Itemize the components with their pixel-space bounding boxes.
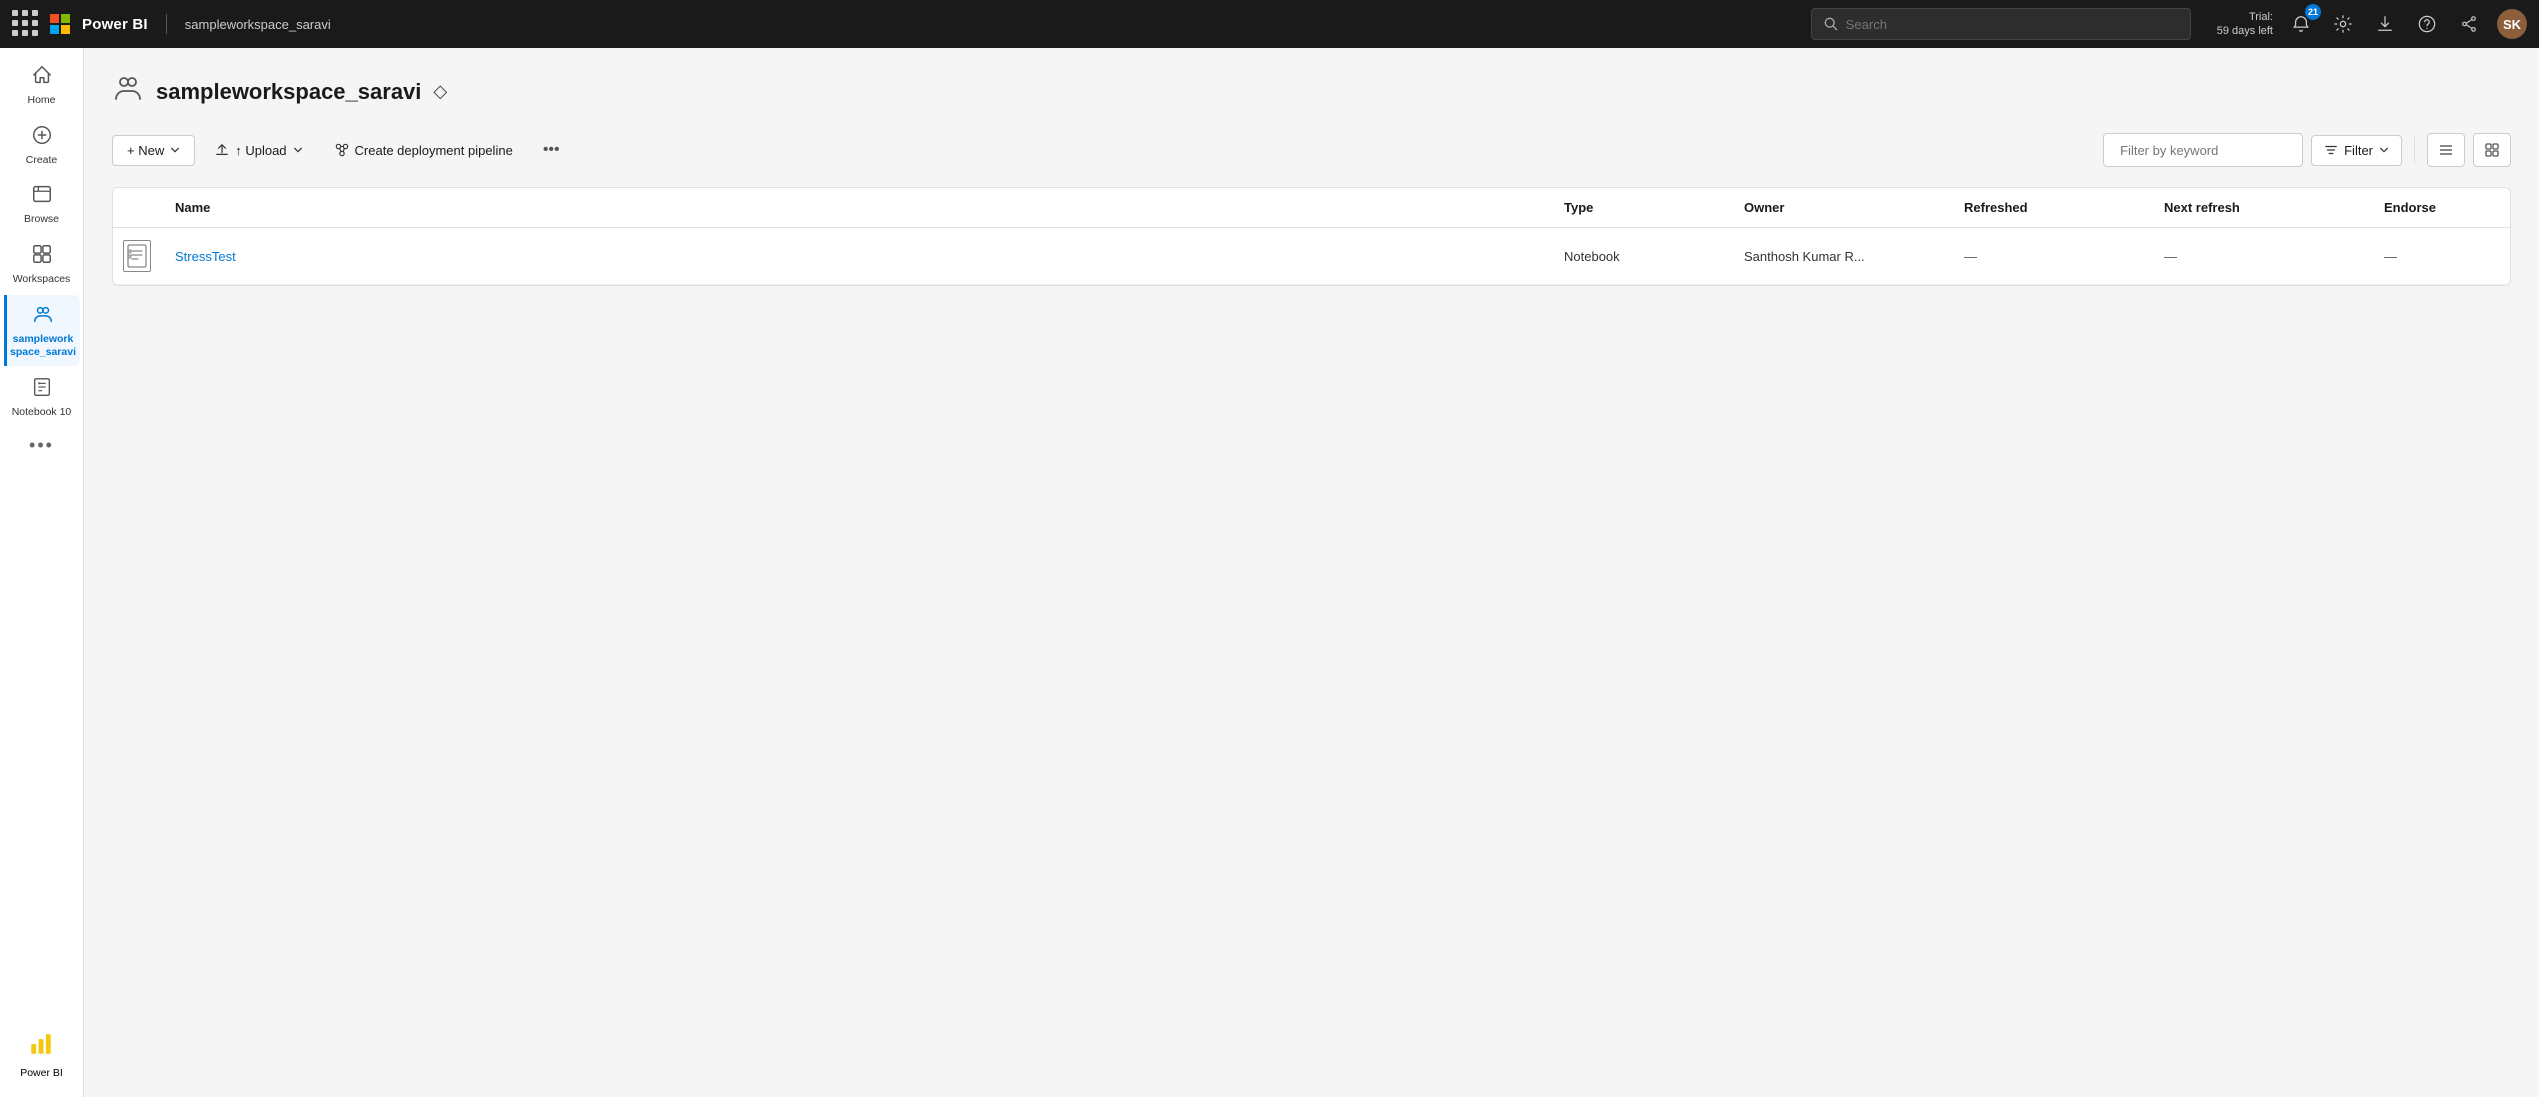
- filter-search-bar[interactable]: [2103, 133, 2303, 167]
- global-search-bar[interactable]: [1811, 8, 2191, 40]
- col-owner[interactable]: Owner: [1730, 188, 1950, 227]
- row-refreshed: —: [1950, 237, 2150, 276]
- trial-info: Trial: 59 days left: [2217, 10, 2273, 39]
- search-icon: [1824, 17, 1838, 31]
- sidebar-item-browse[interactable]: Browse: [4, 175, 80, 233]
- list-view-button[interactable]: [2427, 133, 2465, 167]
- sidebar: Home Create Browse: [0, 48, 84, 1097]
- sidebar-item-sampleworkspace[interactable]: samplework space_saravi: [4, 295, 80, 366]
- upload-chevron-icon: [293, 145, 303, 155]
- pipeline-icon: [335, 143, 349, 157]
- row-icon: [113, 228, 161, 284]
- sampleworkspace-icon: [32, 303, 54, 329]
- powerbi-icon: [28, 1031, 54, 1063]
- item-name-link[interactable]: StressTest: [175, 249, 236, 264]
- download-button[interactable]: [2371, 10, 2399, 38]
- notification-badge: 21: [2305, 4, 2321, 20]
- content-area: sampleworkspace_saravi ◇ + New ↑ Upload: [84, 48, 2539, 1097]
- settings-button[interactable]: [2329, 10, 2357, 38]
- sidebar-more-button[interactable]: •••: [29, 427, 54, 464]
- row-name: StressTest: [161, 237, 1550, 276]
- upload-button[interactable]: ↑ Upload: [203, 136, 314, 165]
- diamond-icon[interactable]: ◇: [433, 81, 447, 102]
- notebook-file-icon: [123, 240, 151, 272]
- sidebar-item-workspaces-label: Workspaces: [13, 273, 71, 287]
- powerbi-logo-label: Power BI: [20, 1067, 63, 1081]
- sidebar-item-create[interactable]: Create: [4, 116, 80, 174]
- browse-icon: [31, 183, 53, 209]
- more-options-button[interactable]: •••: [533, 134, 570, 166]
- col-icon: [113, 188, 161, 227]
- table-header: Name Type Owner Refreshed Next refresh E…: [113, 188, 2510, 228]
- sidebar-item-home-label: Home: [27, 94, 55, 108]
- upload-icon: [215, 143, 229, 157]
- col-name[interactable]: Name: [161, 188, 1550, 227]
- workspace-header-icon: [112, 72, 144, 111]
- workspace-header: sampleworkspace_saravi ◇: [112, 72, 2511, 111]
- pipeline-button[interactable]: Create deployment pipeline: [323, 136, 525, 165]
- filter-chevron-icon: [2379, 145, 2389, 155]
- user-avatar[interactable]: SK: [2497, 9, 2527, 39]
- col-next-refresh[interactable]: Next refresh: [2150, 188, 2370, 227]
- col-refreshed[interactable]: Refreshed: [1950, 188, 2150, 227]
- sidebar-item-browse-label: Browse: [24, 213, 59, 227]
- workspaces-icon: [31, 243, 53, 269]
- filter-input[interactable]: [2120, 143, 2296, 158]
- col-type[interactable]: Type: [1550, 188, 1730, 227]
- top-navigation: Power BI sampleworkspace_saravi Trial: 5…: [0, 0, 2539, 48]
- workspace-title: sampleworkspace_saravi: [156, 79, 421, 105]
- sidebar-item-workspaces[interactable]: Workspaces: [4, 235, 80, 293]
- row-owner: Santhosh Kumar R...: [1730, 237, 1950, 276]
- sidebar-item-sampleworkspace-label: samplework space_saravi: [10, 333, 76, 360]
- brand-name: Power BI: [82, 16, 148, 33]
- microsoft-logo: [50, 14, 70, 34]
- filter-button[interactable]: Filter: [2311, 135, 2402, 166]
- chevron-down-icon: [170, 145, 180, 155]
- create-icon: [31, 124, 53, 150]
- nav-divider: [166, 14, 167, 34]
- grid-view-button[interactable]: [2473, 133, 2511, 167]
- sidebar-item-home[interactable]: Home: [4, 56, 80, 114]
- row-endorse: —: [2370, 237, 2510, 276]
- toolbar-divider: [2414, 137, 2415, 163]
- list-view-icon: [2438, 142, 2454, 158]
- search-input[interactable]: [1846, 17, 2178, 32]
- filter-icon: [2324, 143, 2338, 157]
- main-layout: Home Create Browse: [0, 48, 2539, 1097]
- row-next-refresh: —: [2150, 237, 2370, 276]
- sidebar-item-notebook10[interactable]: Notebook 10: [4, 368, 80, 426]
- notebook10-icon: [31, 376, 53, 402]
- share-button[interactable]: [2455, 10, 2483, 38]
- nav-right-area: Trial: 59 days left 21: [2217, 9, 2527, 39]
- grid-view-icon: [2484, 142, 2500, 158]
- table-row: StressTest Notebook Santhosh Kumar R... …: [113, 228, 2510, 285]
- col-endorse[interactable]: Endorse: [2370, 188, 2510, 227]
- row-type: Notebook: [1550, 237, 1730, 276]
- home-icon: [31, 64, 53, 90]
- sidebar-item-notebook10-label: Notebook 10: [12, 406, 72, 420]
- notifications-button[interactable]: 21: [2287, 10, 2315, 38]
- nav-workspace-label: sampleworkspace_saravi: [185, 17, 331, 32]
- sidebar-item-create-label: Create: [26, 154, 58, 168]
- powerbi-logo-sidebar: Power BI: [20, 1031, 63, 1081]
- content-table: Name Type Owner Refreshed Next refresh E…: [112, 187, 2511, 286]
- app-launcher-button[interactable]: [12, 10, 40, 38]
- toolbar: + New ↑ Upload: [112, 133, 2511, 167]
- new-button[interactable]: + New: [112, 135, 195, 166]
- help-button[interactable]: [2413, 10, 2441, 38]
